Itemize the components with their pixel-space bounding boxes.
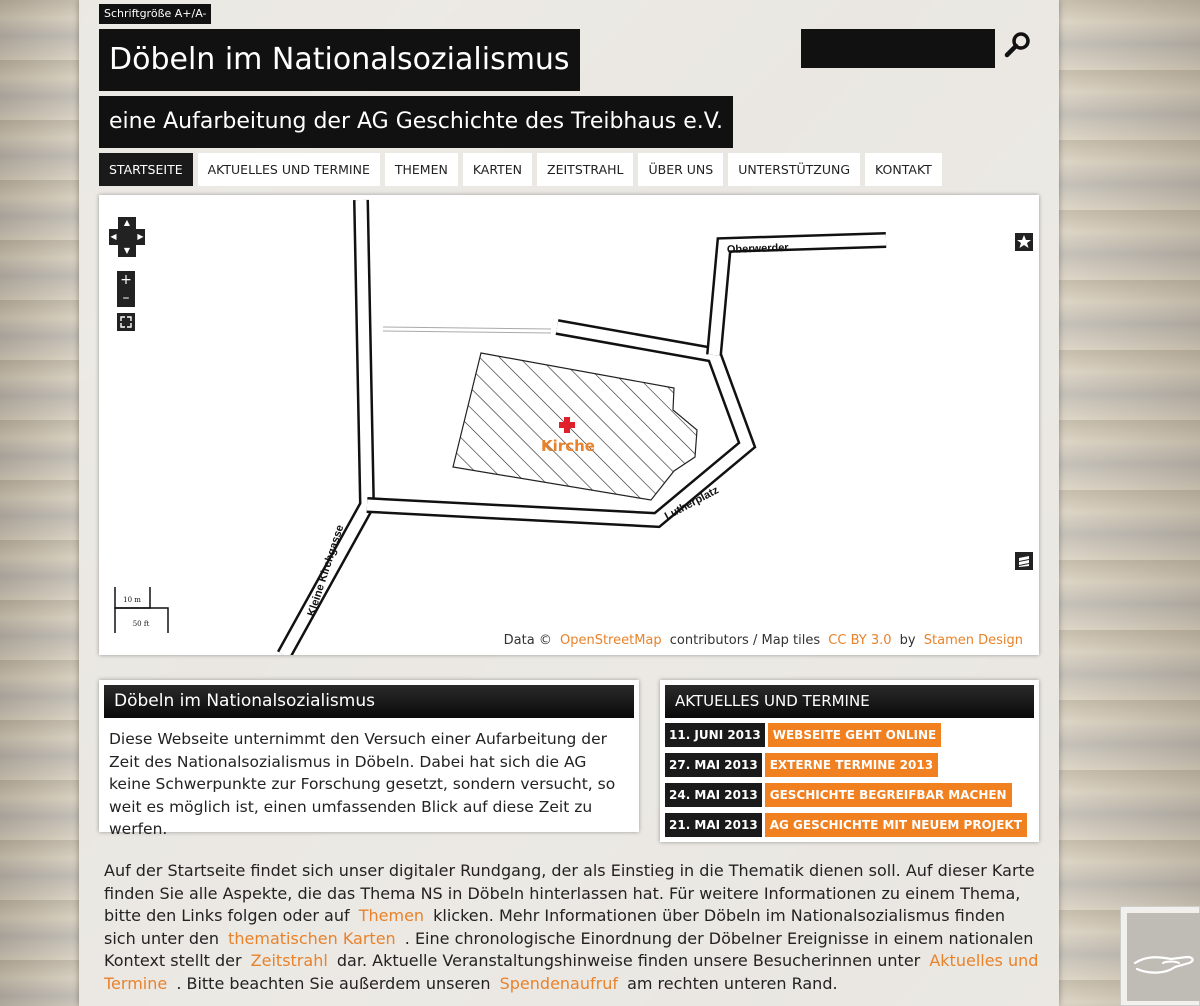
zoom-in-button[interactable]: + bbox=[117, 271, 135, 289]
map-attribution: Data © OpenStreetMap contributors / Map … bbox=[504, 633, 1027, 648]
map[interactable]: Oberwerder Lutherplatz Kleine Kirchgasse… bbox=[99, 195, 1039, 655]
nav-item-themen[interactable]: Themen bbox=[384, 153, 458, 186]
road-oberwerder bbox=[706, 232, 887, 356]
search-button[interactable] bbox=[1003, 30, 1033, 60]
news-date: 21. MAI 2013 bbox=[665, 813, 762, 837]
background-texture-right bbox=[1058, 0, 1200, 1006]
news-item: 27. MAI 2013 Externe Termine 2013 bbox=[665, 753, 939, 777]
news-date: 11. JUNI 2013 bbox=[665, 723, 765, 747]
nav-item-unterstuetzung[interactable]: Unterstützung bbox=[728, 153, 861, 186]
intro-text: Diese Webseite unternimmt den Versuch ei… bbox=[109, 730, 616, 838]
site-subtitle: eine Aufarbeitung der AG Geschichte des … bbox=[99, 96, 733, 148]
news-title-link[interactable]: Geschichte begreifbar machen bbox=[764, 783, 1012, 807]
fullscreen-icon bbox=[120, 316, 132, 328]
pan-up-icon[interactable]: ▲ bbox=[118, 217, 136, 229]
link-spendenaufruf[interactable]: Spendenaufruf bbox=[496, 974, 622, 993]
osm-link[interactable]: OpenStreetMap bbox=[556, 633, 666, 648]
nav-item-zeitstrahl[interactable]: Zeitstrahl bbox=[537, 153, 634, 186]
intro-box: Döbeln im Nationalsozialismus Diese Webs… bbox=[99, 680, 639, 838]
svg-text:10 m: 10 m bbox=[123, 596, 141, 604]
street-label-kleine-kirchgasse: Kleine Kirchgasse bbox=[305, 524, 346, 618]
marker-label: Kirche bbox=[541, 437, 595, 455]
news-heading: AKTUELLES UND TERMINE bbox=[665, 685, 1034, 718]
nav-item-ueber-uns[interactable]: Über uns bbox=[638, 153, 724, 186]
scale-bar: 10 m 50 ft bbox=[114, 587, 169, 633]
news-box: AKTUELLES UND TERMINE 11. JUNI 2013 Webs… bbox=[660, 680, 1039, 842]
donate-button[interactable] bbox=[1120, 906, 1200, 1006]
pan-center bbox=[118, 229, 136, 245]
news-date: 24. MAI 2013 bbox=[665, 783, 762, 807]
intro-heading: Döbeln im Nationalsozialismus bbox=[104, 685, 634, 718]
body-paragraph: Auf der Startseite findet sich unser dig… bbox=[104, 861, 1039, 993]
pan-down-icon[interactable]: ▼ bbox=[118, 245, 136, 257]
license-link[interactable]: CC BY 3.0 bbox=[824, 633, 895, 648]
news-title-link[interactable]: Externe Termine 2013 bbox=[764, 753, 939, 777]
fullscreen-button[interactable] bbox=[117, 313, 135, 331]
magnifier-icon bbox=[1004, 32, 1030, 58]
street-label-oberwerder: Oberwerder bbox=[727, 242, 790, 256]
font-size-toggle[interactable]: Schriftgröße A+/A- bbox=[99, 4, 212, 24]
news-item: 24. MAI 2013 Geschichte begreifbar mache… bbox=[665, 783, 1012, 807]
news-title-link[interactable]: AG Geschichte mit neuem Projekt bbox=[764, 813, 1027, 837]
bookmark-button[interactable] bbox=[1015, 233, 1033, 251]
page-container: Schriftgröße A+/A- Döbeln im Nationalsoz… bbox=[79, 0, 1059, 1006]
news-item: 11. JUNI 2013 Webseite geht online bbox=[665, 723, 942, 747]
zoom-out-button[interactable]: – bbox=[117, 289, 135, 307]
map-pan-control: ▲ ◀ ▶ ▼ bbox=[109, 217, 145, 257]
star-icon bbox=[1017, 235, 1031, 248]
pan-right-icon[interactable]: ▶ bbox=[136, 229, 145, 245]
link-zeitstrahl[interactable]: Zeitstrahl bbox=[247, 951, 332, 970]
site-title[interactable]: Döbeln im Nationalsozialismus bbox=[99, 29, 580, 91]
link-thematische-karten[interactable]: thematischen Karten bbox=[224, 929, 400, 948]
search-input[interactable] bbox=[801, 29, 995, 68]
background-texture-left bbox=[0, 0, 80, 1006]
donate-panel bbox=[1127, 913, 1200, 1001]
nav-item-kontakt[interactable]: Kontakt bbox=[865, 153, 942, 186]
layers-icon bbox=[1019, 556, 1029, 567]
nav-item-karten[interactable]: Karten bbox=[462, 153, 533, 186]
news-date: 27. MAI 2013 bbox=[665, 753, 762, 777]
link-themen[interactable]: Themen bbox=[355, 906, 428, 925]
news-title-link[interactable]: Webseite geht online bbox=[767, 723, 942, 747]
layer-switcher-button[interactable] bbox=[1015, 552, 1033, 570]
svg-text:50 ft: 50 ft bbox=[133, 620, 150, 628]
nav-item-aktuelles[interactable]: Aktuelles und Termine bbox=[197, 153, 380, 186]
open-hand-icon bbox=[1133, 955, 1194, 974]
stamen-link[interactable]: Stamen Design bbox=[920, 633, 1027, 648]
map-tiles[interactable]: Oberwerder Lutherplatz Kleine Kirchgasse… bbox=[99, 195, 1039, 655]
news-item: 21. MAI 2013 AG Geschichte mit neuem Pro… bbox=[665, 813, 1027, 837]
nav-item-startseite[interactable]: Startseite bbox=[99, 153, 193, 186]
pan-left-icon[interactable]: ◀ bbox=[109, 229, 118, 245]
main-nav: Startseite Aktuelles und Termine Themen … bbox=[99, 153, 942, 186]
